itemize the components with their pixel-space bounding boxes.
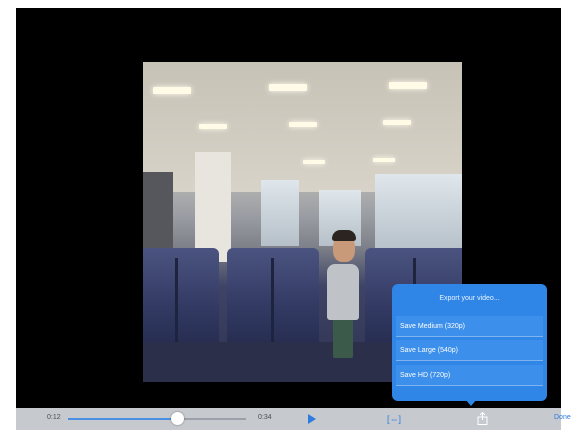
ceiling-light bbox=[303, 160, 325, 164]
avatar-hair bbox=[332, 230, 356, 241]
ceiling-light bbox=[373, 158, 395, 162]
seat-divider bbox=[271, 258, 274, 348]
scrubber-fill bbox=[68, 418, 177, 420]
ceiling-light bbox=[389, 82, 427, 89]
ceiling-light bbox=[269, 84, 307, 91]
scene-window bbox=[375, 174, 462, 252]
save-large-option[interactable]: Save Large (540p) bbox=[396, 340, 543, 361]
scrubber-thumb[interactable] bbox=[170, 412, 184, 425]
scene-wall bbox=[143, 172, 173, 252]
current-time: 0:12 bbox=[47, 414, 61, 421]
ceiling-light bbox=[289, 122, 317, 127]
scrubber-track[interactable] bbox=[68, 418, 246, 420]
export-title: Export your video... bbox=[439, 295, 500, 302]
popover-arrow bbox=[465, 399, 477, 406]
seat-row bbox=[143, 248, 219, 348]
export-popover: Export your video... Save Medium (320p) … bbox=[392, 284, 547, 401]
play-icon[interactable] bbox=[308, 414, 316, 424]
done-button[interactable]: Done bbox=[554, 414, 571, 421]
scene-column bbox=[195, 152, 231, 262]
save-medium-option[interactable]: Save Medium (320p) bbox=[396, 316, 543, 337]
ceiling-light bbox=[153, 87, 191, 94]
ceiling-light bbox=[383, 120, 411, 125]
avatar-legs bbox=[333, 318, 353, 358]
playback-toolbar: 0:12 0:34 [⇔] Done bbox=[16, 408, 571, 430]
duration: 0:34 bbox=[258, 414, 272, 421]
ceiling-light bbox=[199, 124, 227, 129]
scene-window bbox=[261, 180, 299, 246]
avatar-body bbox=[327, 264, 359, 320]
seat-divider bbox=[175, 258, 178, 348]
share-icon[interactable] bbox=[477, 412, 488, 425]
save-hd-option[interactable]: Save HD (720p) bbox=[396, 365, 543, 386]
aspect-ratio-icon[interactable]: [⇔] bbox=[387, 414, 401, 424]
